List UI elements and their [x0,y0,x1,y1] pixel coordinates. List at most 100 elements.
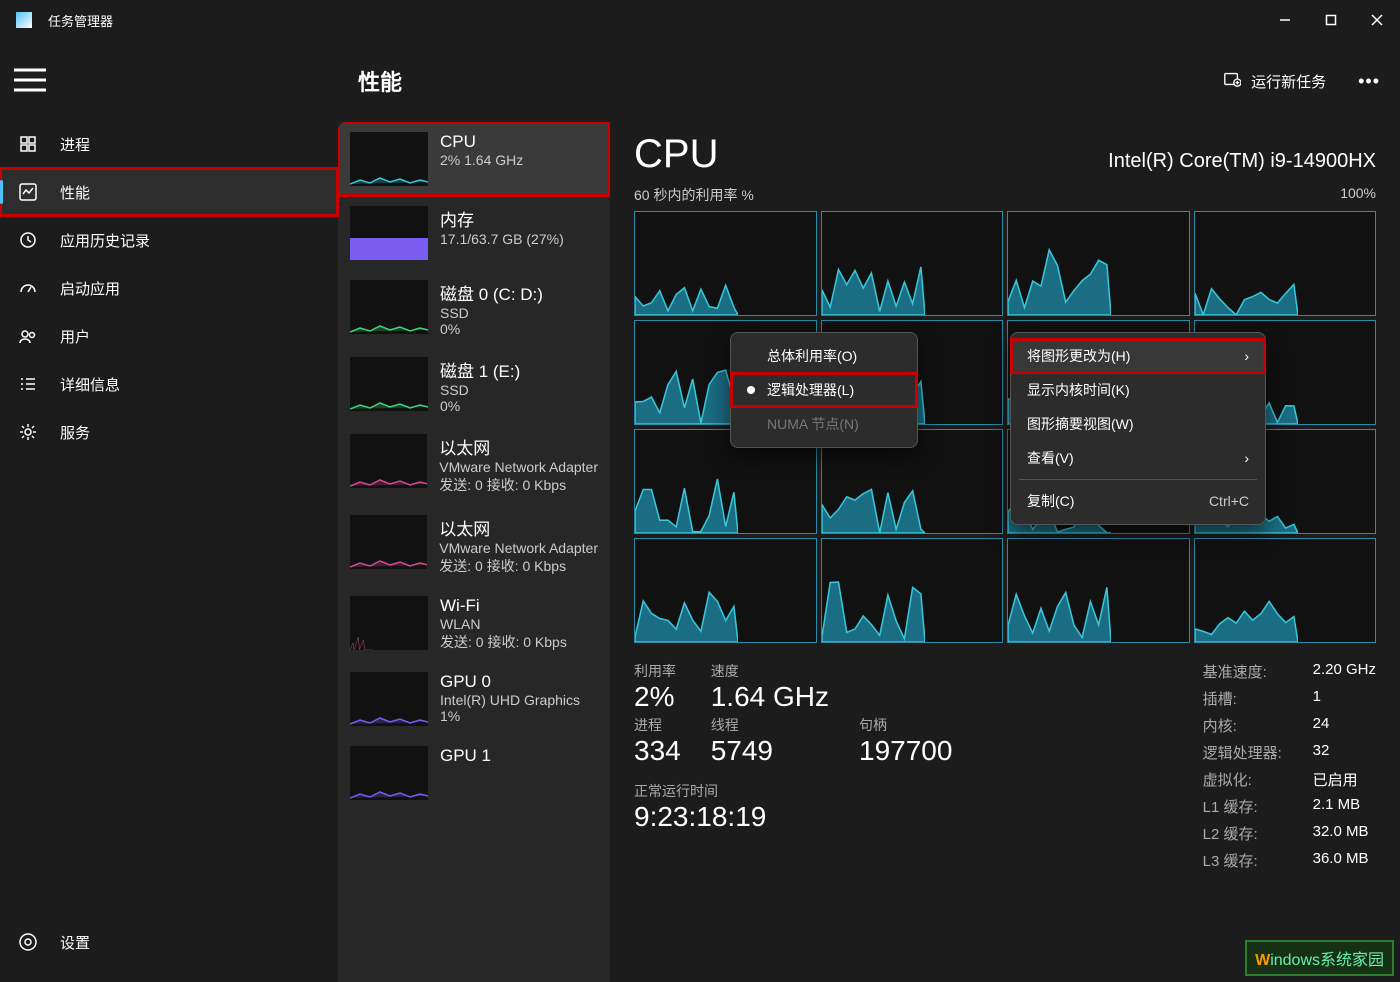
gear-icon [18,422,38,442]
settings-label: 设置 [60,932,90,953]
mini-2[interactable]: 磁盘 0 (C: D:)SSD0% [338,270,610,347]
users-icon [18,326,38,346]
mini-8[interactable]: GPU 1 [338,736,610,810]
meta-lp-k: 逻辑处理器: [1203,742,1313,763]
menu-item-3[interactable]: 查看(V)› [1011,441,1265,475]
nav-label: 详细信息 [60,374,120,395]
util-value: 2% [634,681,681,713]
nav-gear[interactable]: 服务 [0,408,338,456]
speed-label: 速度 [711,661,829,681]
mini-3[interactable]: 磁盘 1 (E:)SSD0% [338,347,610,424]
mini-1[interactable]: 内存17.1/63.7 GB (27%) [338,196,610,270]
meta-base-v: 2.20 GHz [1313,661,1376,682]
chevron-right-icon: › [1244,348,1249,364]
cpu-model: Intel(R) Core(TM) i9-14900HX [1108,150,1376,173]
maximize-button[interactable] [1308,0,1354,40]
sidebar: 进程性能应用历史记录启动应用用户详细信息服务 设置 [0,40,338,982]
proc-label: 进程 [634,715,681,735]
meta-l2-k: L2 缓存: [1203,823,1313,844]
meta-l3-v: 36.0 MB [1313,850,1376,871]
cpu-cell-2 [1007,211,1190,316]
menu-separator [1019,479,1257,480]
submenu-item-2: NUMA 节点(N) [731,407,917,441]
cpu-cell-1 [821,211,1004,316]
uptime-value: 9:23:18:19 [634,801,952,833]
more-button[interactable]: ••• [1358,71,1380,92]
history-icon [18,230,38,250]
hamburger-button[interactable] [10,60,50,100]
uptime-label: 正常运行时间 [634,781,952,801]
thr-value: 5749 [711,735,829,767]
cpu-cell-0 [634,211,817,316]
run-task-icon [1223,70,1241,92]
meta-l2-v: 32.0 MB [1313,823,1376,844]
mini-4[interactable]: 以太网VMware Network Adapter发送: 0 接收: 0 Kbp… [338,424,610,505]
util-label: 利用率 [634,661,681,681]
meta-sock-k: 插槽: [1203,688,1313,709]
nav-label: 服务 [60,422,90,443]
app-icon [16,12,32,28]
cpu-panel: CPU Intel(R) Core(TM) i9-14900HX 60 秒内的利… [610,122,1400,982]
nav-speed[interactable]: 启动应用 [0,264,338,312]
meta-lp-v: 32 [1313,742,1376,763]
nav-list[interactable]: 详细信息 [0,360,338,408]
menu-item-0[interactable]: 将图形更改为(H)› [1011,339,1265,373]
cpu-heading: CPU [634,132,718,177]
minimize-button[interactable] [1262,0,1308,40]
meta-l1-k: L1 缓存: [1203,796,1313,817]
watermark: Windows系统家园 [1245,940,1394,976]
meta-base-k: 基准速度: [1203,661,1313,682]
meta-sock-v: 1 [1313,688,1376,709]
nav-label: 用户 [60,326,90,347]
list-icon [18,374,38,394]
mini-5[interactable]: 以太网VMware Network Adapter发送: 0 接收: 0 Kbp… [338,505,610,586]
perf-icon [18,182,38,202]
nav-grid[interactable]: 进程 [0,120,338,168]
menu-item-5[interactable]: 复制(C)Ctrl+C [1011,484,1265,518]
cpu-cell-13 [821,538,1004,643]
menu-item-2[interactable]: 图形摘要视图(W) [1011,407,1265,441]
cpu-cell-3 [1194,211,1377,316]
util-axis-max: 100% [1340,185,1376,205]
menu-item-1[interactable]: 显示内核时间(K) [1011,373,1265,407]
meta-virt-v: 已启用 [1313,769,1376,790]
thr-label: 线程 [711,715,829,735]
meta-core-v: 24 [1313,715,1376,736]
mini-0[interactable]: CPU2% 1.64 GHz [338,122,610,196]
cpu-cell-12 [634,538,817,643]
submenu-item-1[interactable]: 逻辑处理器(L) [731,373,917,407]
window-title: 任务管理器 [48,11,113,30]
chevron-right-icon: › [1244,450,1249,466]
nav-label: 性能 [60,182,90,203]
close-button[interactable] [1354,0,1400,40]
speed-value: 1.64 GHz [711,681,829,713]
meta-l3-k: L3 缓存: [1203,850,1313,871]
mini-6[interactable]: Wi-FiWLAN发送: 0 接收: 0 Kbps [338,586,610,662]
nav-perf[interactable]: 性能 [0,168,338,216]
speed-icon [18,278,38,298]
hnd-label: 句柄 [859,715,952,735]
page-title: 性能 [358,65,402,97]
nav-label: 应用历史记录 [60,230,150,251]
cpu-cell-15 [1194,538,1377,643]
gear-icon [18,932,38,952]
nav-users[interactable]: 用户 [0,312,338,360]
mini-7[interactable]: GPU 0Intel(R) UHD Graphics1% [338,662,610,736]
check-dot-icon [747,386,755,394]
resource-mini-panel: CPU2% 1.64 GHz内存17.1/63.7 GB (27%)磁盘 0 (… [338,122,610,982]
run-new-task-label: 运行新任务 [1251,71,1326,92]
hnd-value: 197700 [859,735,952,767]
nav-history[interactable]: 应用历史记录 [0,216,338,264]
nav-label: 进程 [60,134,90,155]
grid-icon [18,134,38,154]
cpu-context-menu: 将图形更改为(H)›显示内核时间(K)图形摘要视图(W)查看(V)› 复制(C)C… [1010,332,1266,525]
submenu-item-0[interactable]: 总体利用率(O) [731,339,917,373]
run-new-task-button[interactable]: 运行新任务 [1211,62,1338,100]
cpu-cell-14 [1007,538,1190,643]
meta-core-k: 内核: [1203,715,1313,736]
meta-virt-k: 虚拟化: [1203,769,1313,790]
meta-l1-v: 2.1 MB [1313,796,1376,817]
header: 性能 运行新任务 ••• [338,40,1400,122]
settings-nav[interactable]: 设置 [0,918,338,966]
nav-label: 启动应用 [60,278,120,299]
